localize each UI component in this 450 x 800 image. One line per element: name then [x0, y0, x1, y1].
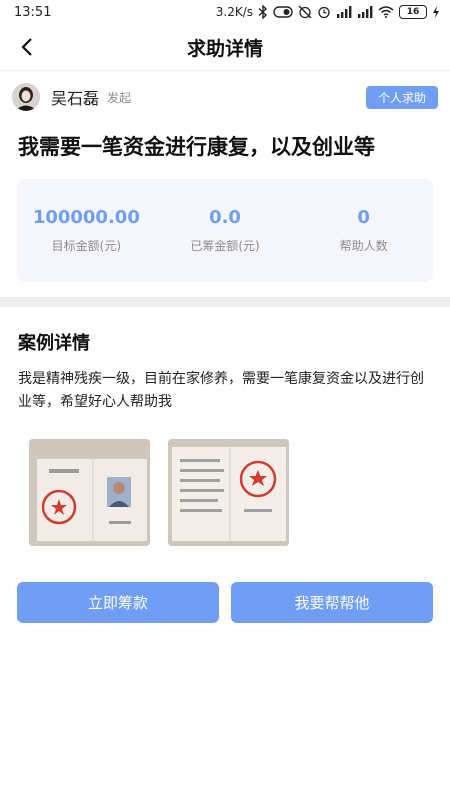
raise-funds-button[interactable]: 立即筹款 [17, 582, 219, 623]
action-buttons: 立即筹款 我要帮帮他 [0, 582, 450, 623]
helper-count-label: 帮助人数 [339, 239, 388, 253]
alarm-mute-icon [298, 5, 312, 19]
disability-certificate-photo-1[interactable] [29, 439, 150, 546]
raised-amount-value: 0.0 [209, 207, 241, 228]
nav-bar: 求助详情 [0, 24, 450, 71]
helper-count-stat: 0 帮助人数 [294, 179, 433, 282]
network-speed: 3.2K/s [215, 5, 253, 19]
bluetooth-icon [258, 5, 268, 19]
back-arrow-icon[interactable] [12, 32, 42, 62]
charging-icon [433, 6, 439, 18]
target-amount-label: 目标金额(元) [51, 239, 122, 253]
author-action: 发起 [107, 90, 132, 105]
status-bar: 13:51 3.2K/s 16 [0, 0, 450, 24]
alarm-icon [318, 6, 330, 19]
help-him-button[interactable]: 我要帮帮他 [231, 582, 433, 623]
author-row: 吴石磊 发起 个人求助 [0, 71, 450, 123]
toggle-icon [273, 6, 293, 18]
target-amount-stat: 100000.00 目标金额(元) [17, 179, 156, 282]
raised-amount-label: 已筹金额(元) [190, 239, 260, 253]
section-divider [0, 297, 450, 307]
case-photos [0, 439, 450, 546]
help-title: 我需要一笔资金进行康复，以及创业等 [18, 135, 375, 159]
status-time: 13:51 [14, 4, 52, 20]
funding-stats: 100000.00 目标金额(元) 0.0 已筹金额(元) 0 帮助人数 [17, 179, 433, 282]
signal-icon [337, 6, 352, 18]
page-title: 求助详情 [186, 37, 263, 60]
battery-icon: 16 [399, 5, 427, 19]
wifi-icon [378, 6, 394, 18]
author-name: 吴石磊 [51, 89, 100, 108]
avatar[interactable] [12, 83, 40, 111]
disability-certificate-photo-2[interactable] [168, 439, 289, 546]
raised-amount-stat: 0.0 已筹金额(元) [156, 179, 295, 282]
hd-signal-icon [358, 6, 373, 18]
help-type-badge: 个人求助 [365, 85, 438, 109]
case-details-title: 案例详情 [18, 333, 90, 354]
helper-count-value: 0 [357, 207, 370, 228]
status-icons: 3.2K/s 16 [216, 5, 440, 19]
case-description: 我是精神残疾一级，目前在家修养，需要一笔康复资金以及进行创业等，希望好心人帮助我 [18, 371, 424, 410]
target-amount-value: 100000.00 [32, 207, 140, 228]
